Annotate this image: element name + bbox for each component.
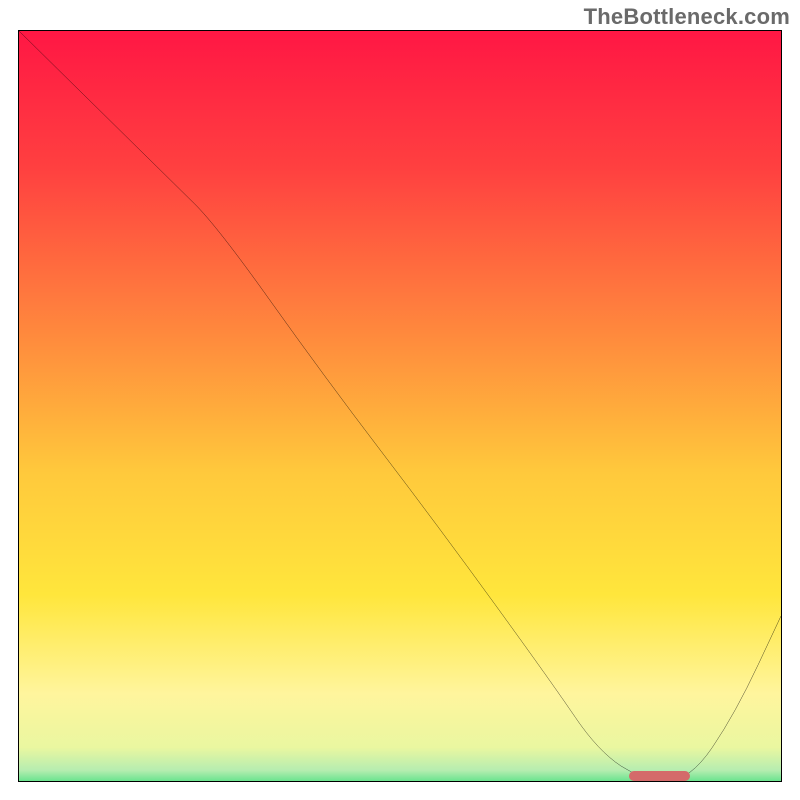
chart-container: TheBottleneck.com (0, 0, 800, 800)
plot-area (18, 30, 782, 782)
bottleneck-curve (19, 31, 781, 781)
watermark-text: TheBottleneck.com (584, 4, 790, 30)
optimal-range-marker (629, 771, 690, 781)
